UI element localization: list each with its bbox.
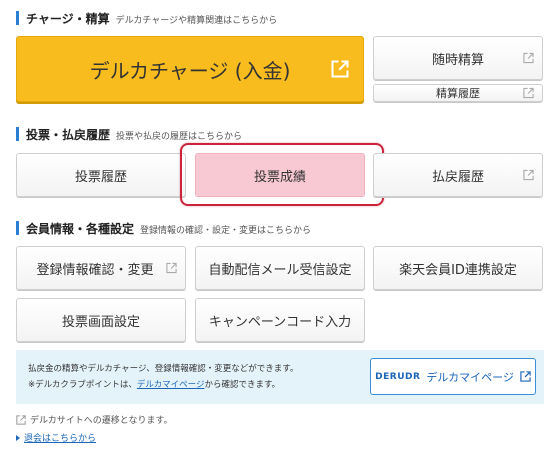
info-line-2-post: から確認できます。 — [204, 380, 281, 390]
delca-mypage-button[interactable]: DERUDR デルカマイページ — [370, 358, 536, 395]
payout-history-button[interactable]: 払戻履歴 — [373, 153, 543, 197]
settlement-history-button[interactable]: 精算履歴 — [373, 84, 543, 102]
external-link-icon — [520, 371, 531, 382]
section-subtitle: デルカチャージや精算関連はこちらから — [115, 16, 278, 26]
mypage-text-link[interactable]: デルカマイページ — [137, 380, 205, 390]
auto-mail-settings-label: 自動配信メール受信設定 — [208, 262, 352, 278]
delca-mypage-label: デルカマイページ — [426, 370, 514, 384]
arrow-right-icon — [16, 434, 20, 441]
section-header-charge: チャージ・精算 デルカチャージや精算関連はこちらから — [16, 10, 277, 27]
rakuten-link-label: 楽天会員ID連携設定 — [399, 262, 517, 278]
anytime-settlement-label: 随時精算 — [431, 52, 484, 68]
rakuten-link-button[interactable]: 楽天会員ID連携設定 — [373, 246, 543, 290]
accent-bar — [16, 127, 19, 141]
accent-bar — [16, 11, 19, 25]
external-link-icon — [523, 87, 534, 99]
section-title: 会員情報・各種設定 — [26, 222, 135, 236]
accent-bar — [16, 221, 19, 235]
delca-charge-button[interactable]: デルカチャージ (入金) — [16, 36, 364, 102]
info-line-2-pre: ※デルカクラブポイントは、 — [28, 380, 137, 390]
section-subtitle: 登録情報の確認・設定・変更はこちらから — [140, 226, 312, 236]
section-header-member: 会員情報・各種設定 登録情報の確認・設定・変更はこちらから — [16, 220, 311, 237]
external-note: デルカサイトへの遷移となります。 — [16, 413, 173, 426]
vote-history-button[interactable]: 投票履歴 — [16, 153, 186, 197]
info-line-2: ※デルカクラブポイントは、デルカマイページから確認できます。 — [28, 378, 280, 390]
section-header-votes: 投票・払戻履歴 投票や払戻の履歴はこちらから — [16, 126, 242, 143]
vote-screen-settings-label: 投票画面設定 — [61, 314, 140, 330]
external-link-icon — [166, 262, 177, 274]
settlement-history-label: 精算履歴 — [436, 87, 480, 100]
anytime-settlement-button[interactable]: 随時精算 — [373, 36, 543, 80]
section-title: 投票・払戻履歴 — [26, 128, 111, 142]
external-link-icon — [331, 60, 349, 78]
registration-confirm-label: 登録情報確認・変更 — [36, 262, 154, 278]
delca-charge-label: デルカチャージ (入金) — [89, 58, 291, 83]
external-link-icon — [523, 169, 534, 181]
external-link-icon — [523, 52, 534, 64]
withdraw-row: 退会はこちらから — [16, 431, 96, 444]
vote-results-button[interactable]: 投票成績 — [195, 153, 365, 197]
vote-history-label: 投票履歴 — [74, 169, 127, 185]
campaign-code-button[interactable]: キャンペーンコード入力 — [195, 298, 365, 342]
vote-screen-settings-button[interactable]: 投票画面設定 — [16, 298, 186, 342]
withdraw-link[interactable]: 退会はこちらから — [24, 431, 96, 444]
info-box: 払戻金の精算やデルカチャージ、登録情報確認・変更などができます。 ※デルカクラブ… — [16, 350, 544, 404]
registration-confirm-button[interactable]: 登録情報確認・変更 — [16, 246, 186, 290]
payout-history-label: 払戻履歴 — [431, 169, 484, 185]
external-link-icon — [16, 414, 26, 425]
section-subtitle: 投票や払戻の履歴はこちらから — [116, 132, 243, 142]
vote-results-label: 投票成績 — [253, 169, 306, 185]
auto-mail-settings-button[interactable]: 自動配信メール受信設定 — [195, 246, 365, 290]
info-line-1: 払戻金の精算やデルカチャージ、登録情報確認・変更などができます。 — [28, 364, 299, 374]
campaign-code-label: キャンペーンコード入力 — [208, 314, 352, 330]
deruca-logo: DERUDR — [375, 371, 421, 382]
section-title: チャージ・精算 — [26, 12, 110, 26]
external-note-text: デルカサイトへの遷移となります。 — [30, 416, 173, 426]
